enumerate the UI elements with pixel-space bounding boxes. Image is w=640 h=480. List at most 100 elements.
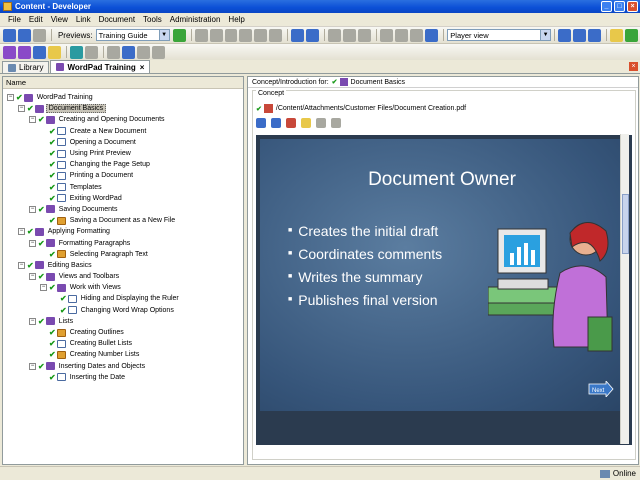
tab-library[interactable]: Library xyxy=(2,61,50,73)
expand-icon[interactable] xyxy=(328,28,342,42)
move-right-icon[interactable] xyxy=(137,45,150,59)
layout-single-icon[interactable] xyxy=(558,28,572,42)
delete-icon[interactable] xyxy=(239,28,253,42)
topic-icon[interactable] xyxy=(33,45,46,59)
tab-wordpad-training[interactable]: WordPad Training × xyxy=(50,60,151,73)
layout-split-icon[interactable] xyxy=(573,28,587,42)
checkmark-icon: ✔ xyxy=(331,79,338,86)
collapse-toggle-icon[interactable]: − xyxy=(29,317,36,325)
spell-check-icon[interactable] xyxy=(395,28,409,42)
vertical-scrollbar[interactable] xyxy=(620,134,629,444)
tree-node[interactable]: − ✔ WordPad Training xyxy=(3,92,243,103)
scrollbar-thumb[interactable] xyxy=(622,194,629,254)
new-icon[interactable] xyxy=(3,28,16,42)
menu-view[interactable]: View xyxy=(51,15,68,24)
collapse-icon[interactable] xyxy=(343,28,357,42)
outline-icon[interactable] xyxy=(358,28,372,42)
menu-edit[interactable]: Edit xyxy=(29,15,43,24)
properties-icon[interactable] xyxy=(316,118,326,128)
book-icon[interactable] xyxy=(3,45,16,59)
collapse-toggle-icon[interactable]: − xyxy=(29,239,36,247)
collapse-toggle-icon[interactable]: − xyxy=(18,228,25,236)
tree-node[interactable]: ✔ Creating Outlines xyxy=(3,327,243,338)
redo-icon[interactable] xyxy=(306,28,320,42)
move-up-icon[interactable] xyxy=(152,45,165,59)
paste-icon[interactable] xyxy=(224,28,238,42)
collapse-toggle-icon[interactable]: − xyxy=(29,116,36,124)
tree-node[interactable]: − ✔ Creating and Opening Documents xyxy=(3,114,243,125)
link-icon[interactable] xyxy=(256,118,266,128)
collapse-toggle-icon[interactable]: − xyxy=(29,205,36,213)
link-icon[interactable] xyxy=(70,45,83,59)
menu-help[interactable]: Help xyxy=(228,15,244,24)
menu-link[interactable]: Link xyxy=(76,15,91,24)
move-down-icon[interactable] xyxy=(122,45,135,59)
collapse-toggle-icon[interactable]: − xyxy=(40,284,47,292)
tree-node[interactable]: ✔ Templates xyxy=(3,182,243,193)
tree-node[interactable]: ✔ Saving a Document as a New File xyxy=(3,215,243,226)
move-left-icon[interactable] xyxy=(107,45,120,59)
find-icon[interactable] xyxy=(269,28,283,42)
collapse-toggle-icon[interactable]: − xyxy=(29,362,36,370)
tree-node[interactable]: − ✔ Saving Documents xyxy=(3,204,243,215)
tree-node[interactable]: − ✔ Formatting Paragraphs xyxy=(3,237,243,248)
attach-icon[interactable] xyxy=(271,118,281,128)
undo-icon[interactable] xyxy=(291,28,305,42)
collapse-toggle-icon[interactable]: − xyxy=(29,273,36,281)
tree-node[interactable]: ✔ Create a New Document xyxy=(3,126,243,137)
attachment-path[interactable]: /Content/Attachments/Customer Files/Docu… xyxy=(276,105,466,112)
copy-icon[interactable] xyxy=(209,28,223,42)
menu-document[interactable]: Document xyxy=(99,15,135,24)
collapse-toggle-icon[interactable]: − xyxy=(7,94,14,102)
collapse-toggle-icon[interactable]: − xyxy=(18,105,25,113)
menu-tools[interactable]: Tools xyxy=(143,15,162,24)
tree-node[interactable]: − ✔ Views and Toolbars xyxy=(3,271,243,282)
close-pane-icon[interactable]: × xyxy=(629,62,638,71)
unlink-icon[interactable] xyxy=(286,118,296,128)
tree-node[interactable]: − ✔ Editing Basics xyxy=(3,260,243,271)
save-icon[interactable] xyxy=(17,28,31,42)
name-column-header[interactable]: Name xyxy=(3,77,243,89)
tree-node[interactable]: ✔ Opening a Document xyxy=(3,137,243,148)
refresh-icon[interactable] xyxy=(625,28,639,42)
tree-node[interactable]: − ✔ Inserting Dates and Objects xyxy=(3,361,243,372)
print-icon[interactable] xyxy=(32,28,46,42)
layout-vertical-icon[interactable] xyxy=(588,28,602,42)
tree-node[interactable]: ✔ Inserting the Date xyxy=(3,372,243,383)
tree-node[interactable]: ✔ Changing Word Wrap Options xyxy=(3,305,243,316)
tree-node[interactable]: ✔ Exiting WordPad xyxy=(3,193,243,204)
attach-icon[interactable] xyxy=(85,45,98,59)
menu-file[interactable]: File xyxy=(8,15,21,24)
tree-node[interactable]: ✔ Hiding and Displaying the Ruler xyxy=(3,293,243,304)
section-icon[interactable] xyxy=(18,45,31,59)
tree-node[interactable]: − ✔ Lists xyxy=(3,316,243,327)
minimize-button[interactable]: _ xyxy=(601,1,612,12)
tree-node[interactable]: ✔ Using Print Preview xyxy=(3,148,243,159)
properties-icon[interactable] xyxy=(254,28,268,42)
tree-node[interactable]: ✔ Creating Bullet Lists xyxy=(3,338,243,349)
tree-node[interactable]: ✔ Selecting Paragraph Text xyxy=(3,249,243,260)
tree-node[interactable]: − ✔ Work with Views xyxy=(3,282,243,293)
folder-icon[interactable] xyxy=(610,28,624,42)
question-icon[interactable] xyxy=(48,45,61,59)
menu-administration[interactable]: Administration xyxy=(170,15,221,24)
next-button[interactable]: Next xyxy=(588,379,614,399)
tree-node[interactable]: − ✔ Applying Formatting xyxy=(3,226,243,237)
play-icon[interactable] xyxy=(172,28,186,42)
tree-node[interactable]: ✔ Creating Number Lists xyxy=(3,349,243,360)
binoculars-icon[interactable] xyxy=(380,28,394,42)
collapse-toggle-icon[interactable]: − xyxy=(18,261,25,269)
help-icon[interactable] xyxy=(425,28,439,42)
tree-node[interactable]: ✔ Printing a Document xyxy=(3,170,243,181)
settings-icon[interactable] xyxy=(410,28,424,42)
edit-icon[interactable] xyxy=(301,118,311,128)
maximize-button[interactable]: □ xyxy=(614,1,625,12)
tree-node[interactable]: − ✔ Document Basics xyxy=(3,103,243,114)
close-tab-icon[interactable]: × xyxy=(140,63,145,72)
cut-icon[interactable] xyxy=(194,28,208,42)
preview-icon[interactable] xyxy=(331,118,341,128)
view-select[interactable]: Player view ▼ xyxy=(447,29,552,41)
tree-node[interactable]: ✔ Changing the Page Setup xyxy=(3,159,243,170)
close-button[interactable]: × xyxy=(627,1,638,12)
preview-select[interactable]: Training Guide ▼ xyxy=(95,29,170,41)
